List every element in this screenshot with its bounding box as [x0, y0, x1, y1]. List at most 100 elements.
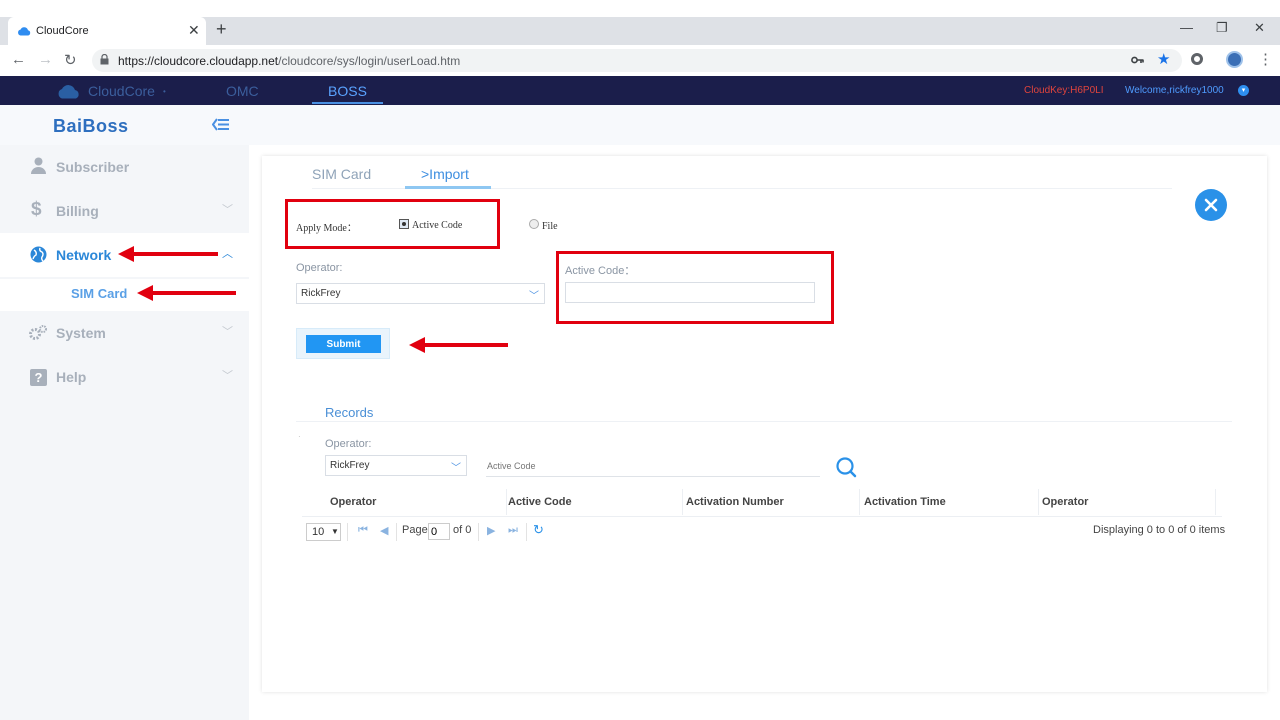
sidebar-item-help[interactable]: ? Help ﹀ [0, 355, 249, 399]
operator-label: Operator: [296, 262, 343, 274]
chevron-down-icon: ﹀ [451, 463, 461, 474]
page-size-value: 10 [312, 526, 325, 538]
user-icon [31, 157, 46, 174]
operator-select-value: RickFrey [301, 288, 341, 299]
sidebar-item-billing[interactable]: $ Billing ﹀ [0, 189, 249, 233]
forward-icon[interactable]: → [38, 51, 53, 68]
user-dropdown-icon[interactable]: ▾ [1238, 85, 1249, 96]
cloud-icon [18, 27, 31, 36]
column-separator [1215, 489, 1216, 515]
pager-separator [526, 523, 527, 541]
records-bullet: · [298, 432, 301, 441]
app-logo: BaiBoss [53, 116, 129, 136]
app-top-nav: CloudCore • OMC BOSS CloudKey:H6P0LI Wel… [0, 76, 1280, 105]
column-separator [859, 489, 860, 515]
tab-active-underline [405, 186, 491, 189]
records-operator-select[interactable]: RickFrey ﹀ [325, 455, 467, 476]
sidebar-subitem-label: SIM Card [71, 286, 128, 301]
sidebar-item-label: System [56, 325, 106, 341]
key-icon[interactable] [1131, 55, 1144, 65]
chevron-down-icon: ﹀ [529, 291, 539, 302]
records-operator-label: Operator: [325, 438, 372, 450]
page-label: Page [402, 524, 428, 536]
brand-dot: • [163, 87, 166, 96]
last-page-icon[interactable]: ⏭ [508, 524, 518, 537]
sidebar-item-system[interactable]: System ﹀ [0, 311, 249, 355]
records-active-code-input[interactable] [486, 456, 820, 477]
annotation-arrow-sim-card [137, 285, 236, 301]
close-icon [1204, 198, 1218, 212]
browser-tab[interactable]: CloudCore ✕ [8, 17, 206, 45]
main-panel: SIM Card >Import Apply Mode： Active Code… [262, 156, 1267, 692]
help-icon: ? [30, 369, 47, 386]
brand-header: BaiBoss [0, 105, 1280, 145]
annotation-arrow-submit [409, 337, 508, 353]
browser-tab-bar: CloudCore ✕ + — ❐ ✕ [0, 0, 1280, 45]
extension-icon[interactable] [1191, 53, 1203, 65]
close-window-button[interactable]: ✕ [1254, 20, 1265, 36]
submit-button[interactable]: Submit [306, 335, 381, 353]
records-operator-value: RickFrey [330, 460, 370, 471]
sidebar: Subscriber $ Billing ﹀ Network ︿ SIM Car… [0, 145, 249, 720]
records-divider [296, 421, 1232, 422]
chevron-down-icon: ﹀ [222, 204, 233, 216]
nav-active-underline [312, 102, 383, 104]
new-tab-button[interactable]: + [216, 19, 227, 40]
maximize-button[interactable]: ❐ [1216, 20, 1228, 36]
column-header-active-code[interactable]: Active Code [508, 496, 572, 508]
column-header-activation-number[interactable]: Activation Number [686, 496, 784, 508]
cloud-key: CloudKey:H6P0LI [1024, 85, 1104, 96]
welcome-user[interactable]: Welcome,rickfrey1000 [1125, 85, 1224, 96]
column-header-activation-time[interactable]: Activation Time [864, 496, 946, 508]
collapse-sidebar-icon[interactable] [212, 118, 230, 131]
prev-page-icon[interactable]: ◀ [380, 524, 388, 537]
tab-close-icon[interactable]: ✕ [188, 22, 200, 39]
chevron-down-icon: ﹀ [222, 370, 233, 382]
url-path: /cloudcore/sys/login/userLoad.htm [278, 54, 461, 68]
url-host: https://cloudcore.cloudapp.net [118, 54, 279, 68]
sidebar-item-label: Subscriber [56, 159, 130, 175]
radio-file[interactable] [529, 219, 539, 229]
display-info: Displaying 0 to 0 of 0 items [1093, 524, 1226, 536]
lock-icon [100, 54, 109, 65]
pager-separator [396, 523, 397, 541]
column-header-operator-2[interactable]: Operator [1042, 496, 1088, 508]
column-header-operator[interactable]: Operator [330, 496, 376, 508]
chevron-down-icon: ▼ [331, 527, 339, 536]
tab-sim-card[interactable]: SIM Card [312, 166, 371, 182]
close-button[interactable] [1195, 189, 1227, 221]
page-of-label: of 0 [453, 524, 472, 536]
pager-separator [478, 523, 479, 541]
bookmark-star-icon[interactable]: ★ [1157, 50, 1170, 68]
globe-icon [30, 246, 47, 263]
chevron-up-icon: ︿ [222, 248, 233, 260]
tab-import[interactable]: >Import [421, 166, 469, 182]
records-title: Records [325, 405, 374, 420]
reload-icon[interactable]: ↻ [64, 51, 77, 69]
next-page-icon[interactable]: ▶ [487, 524, 495, 537]
sidebar-item-label: Billing [56, 203, 99, 219]
pager-separator [347, 523, 348, 541]
operator-select[interactable]: RickFrey ﹀ [296, 283, 545, 304]
nav-item-boss[interactable]: BOSS [328, 83, 367, 99]
page-number-input[interactable] [428, 523, 450, 540]
nav-item-omc[interactable]: OMC [226, 83, 259, 99]
annotation-box-apply-mode [285, 199, 500, 249]
gears-icon [29, 325, 47, 340]
search-icon[interactable] [835, 456, 857, 478]
refresh-icon[interactable]: ↻ [533, 522, 544, 538]
url-field[interactable]: https://cloudcore.cloudapp.net/cloudcore… [92, 49, 1182, 72]
minimize-button[interactable]: — [1180, 20, 1193, 35]
sidebar-item-subscriber[interactable]: Subscriber [0, 145, 249, 189]
menu-dots-icon[interactable]: ⋮ [1258, 50, 1273, 68]
brand-name[interactable]: CloudCore [88, 83, 155, 99]
profile-avatar[interactable] [1226, 51, 1243, 68]
back-icon[interactable]: ← [11, 51, 26, 68]
brand-cloud-icon [58, 85, 79, 99]
sidebar-item-label: Network [56, 247, 112, 263]
column-separator [1038, 489, 1039, 515]
page-size-select[interactable]: 10 ▼ [306, 523, 341, 541]
radio-file-label[interactable]: File [542, 221, 558, 232]
submit-container: Submit [296, 328, 390, 359]
first-page-icon[interactable]: ⏮ [358, 524, 368, 537]
